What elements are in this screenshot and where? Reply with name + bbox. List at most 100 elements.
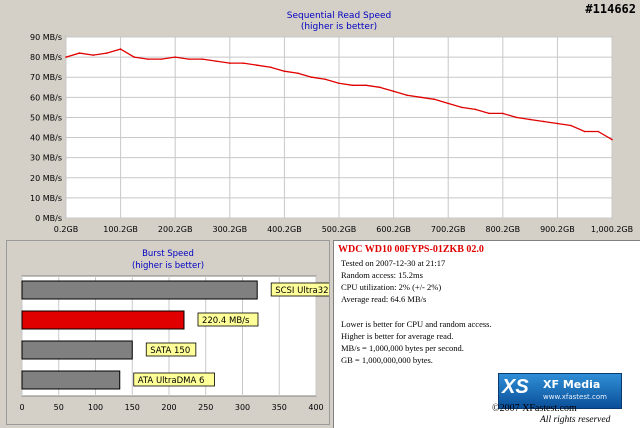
note-higher-better: Higher is better for average read. xyxy=(341,331,454,341)
info-cpu-utilization: CPU utilization: 2% (+/- 2%) xyxy=(341,282,442,292)
read-speed-point xyxy=(78,52,81,54)
read-speed-point xyxy=(106,52,108,54)
read-speed-point xyxy=(542,120,545,123)
read-speed-point xyxy=(187,58,190,60)
info-random-access: Random access: 15.2ms xyxy=(341,270,423,280)
logo-url: www.xfastest.com xyxy=(543,393,607,401)
note-mbs-definition: MB/s = 1,000,000 bytes per second. xyxy=(341,343,464,353)
read-speed-point xyxy=(460,106,463,109)
read-speed-point xyxy=(392,90,395,93)
burst-x-tick-label: 50 xyxy=(54,403,64,412)
read-speed-point xyxy=(228,62,231,64)
burst-x-tick-label: 300 xyxy=(235,403,250,412)
read-speed-point xyxy=(419,96,422,99)
burst-bar xyxy=(21,340,133,360)
burst-bar-label: SATA 150 xyxy=(150,346,190,356)
read-speed-point xyxy=(447,102,449,105)
y-tick-label: 50 MB/s xyxy=(30,113,62,122)
x-tick-label: 900.2GB xyxy=(540,225,575,234)
read-speed-point xyxy=(269,66,272,68)
read-speed-point xyxy=(351,84,354,87)
copyright-text: ©2007 XFastest.com xyxy=(492,403,577,414)
info-average-read: Average read: 64.6 MB/s xyxy=(341,294,427,304)
y-tick-label: 60 MB/s xyxy=(30,93,62,102)
y-tick-label: 30 MB/s xyxy=(30,154,62,163)
burst-x-tick-label: 400 xyxy=(308,403,323,412)
read-speed-point xyxy=(556,122,559,125)
read-speed-point xyxy=(242,62,245,64)
rights-text: All rights reserved xyxy=(540,415,611,425)
drive-info-panel: WDC WD10 00FYPS-01ZKB 02.0 Tested on 200… xyxy=(333,240,640,428)
read-speed-point xyxy=(406,94,408,97)
read-speed-point xyxy=(611,138,613,141)
y-tick-label: 10 MB/s xyxy=(30,194,62,203)
read-speed-point xyxy=(256,64,258,66)
read-speed-point xyxy=(146,58,149,60)
note-lower-better: Lower is better for CPU and random acces… xyxy=(341,319,492,329)
burst-speed-chart: Burst Speed (higher is better) 0 50 100 150 20… xyxy=(19,249,329,412)
burst-bar-label: 220.4 MB/s xyxy=(202,316,250,326)
y-tick-label: 80 MB/s xyxy=(30,53,62,62)
logo-mark: XS xyxy=(502,376,529,398)
read-speed-point xyxy=(379,86,381,89)
sequential-read-panel: Sequential Read Speed (higher is better) 0… xyxy=(0,0,640,240)
x-tick-label: 300.2GB xyxy=(213,225,248,234)
y-tick-label: 0 MB/s xyxy=(35,214,62,223)
read-speed-point xyxy=(488,112,490,115)
read-speed-point xyxy=(570,124,572,127)
y-tick-label: 70 MB/s xyxy=(30,73,62,82)
read-speed-point xyxy=(310,76,313,79)
burst-subtitle: (higher is better) xyxy=(132,261,204,271)
burst-bar xyxy=(21,370,121,390)
x-tick-label: 0.2GB xyxy=(54,225,78,234)
x-tick-label: 400.2GB xyxy=(267,225,302,234)
burst-speed-panel: Burst Speed (higher is better) 0 50 100 150 20… xyxy=(6,240,330,425)
read-speed-point xyxy=(501,112,504,115)
chart-subtitle: (higher is better) xyxy=(301,22,377,32)
sequential-read-chart: Sequential Read Speed(higher is better) 0… xyxy=(30,11,633,234)
read-speed-point xyxy=(65,56,67,58)
burst-bar xyxy=(21,310,185,330)
read-speed-point xyxy=(133,56,135,58)
read-speed-point xyxy=(583,130,586,133)
y-tick-label: 90 MB/s xyxy=(30,33,62,42)
burst-x-tick-label: 250 xyxy=(198,403,213,412)
read-speed-point xyxy=(324,78,327,81)
burst-x-tick-label: 100 xyxy=(88,403,103,412)
read-speed-point xyxy=(201,58,204,60)
burst-x-tick-label: 350 xyxy=(272,403,287,412)
read-speed-point xyxy=(597,130,600,133)
read-speed-point xyxy=(215,60,217,62)
read-speed-point xyxy=(338,82,340,85)
read-speed-point xyxy=(119,48,122,50)
chart-title: Sequential Read Speed xyxy=(287,11,392,21)
drive-model-title: WDC WD10 00FYPS-01ZKB 02.0 xyxy=(338,244,484,255)
read-speed-point xyxy=(297,72,299,74)
y-tick-label: 20 MB/s xyxy=(30,174,62,183)
note-gb-definition: GB = 1,000,000,000 bytes. xyxy=(341,355,433,365)
burst-bar-label: ATA UltraDMA 6 xyxy=(138,376,205,386)
x-tick-label: 700.2GB xyxy=(431,225,466,234)
logo-name: XF Media xyxy=(543,378,601,391)
read-speed-point xyxy=(283,70,286,72)
info-tested-date: Tested on 2007-12-30 at 21:17 xyxy=(341,258,446,268)
y-tick-label: 40 MB/s xyxy=(30,134,62,143)
burst-title: Burst Speed xyxy=(142,249,194,259)
read-speed-point xyxy=(160,58,163,60)
x-tick-label: 800.2GB xyxy=(486,225,521,234)
x-tick-label: 100.2GB xyxy=(103,225,138,234)
x-tick-label: 500.2GB xyxy=(322,225,357,234)
burst-x-tick-label: 0 xyxy=(19,403,24,412)
burst-bar xyxy=(21,280,258,300)
read-speed-point xyxy=(433,98,436,101)
x-tick-label: 200.2GB xyxy=(158,225,193,234)
read-speed-point xyxy=(174,56,176,58)
x-tick-label: 1,000.2GB xyxy=(591,225,633,234)
burst-bar-label: SCSI Ultra320 xyxy=(275,286,329,296)
burst-x-tick-label: 200 xyxy=(161,403,176,412)
read-speed-point xyxy=(365,84,367,87)
read-speed-point xyxy=(515,116,518,119)
x-tick-label: 600.2GB xyxy=(376,225,411,234)
read-speed-point xyxy=(529,118,531,121)
burst-x-tick-label: 150 xyxy=(125,403,140,412)
